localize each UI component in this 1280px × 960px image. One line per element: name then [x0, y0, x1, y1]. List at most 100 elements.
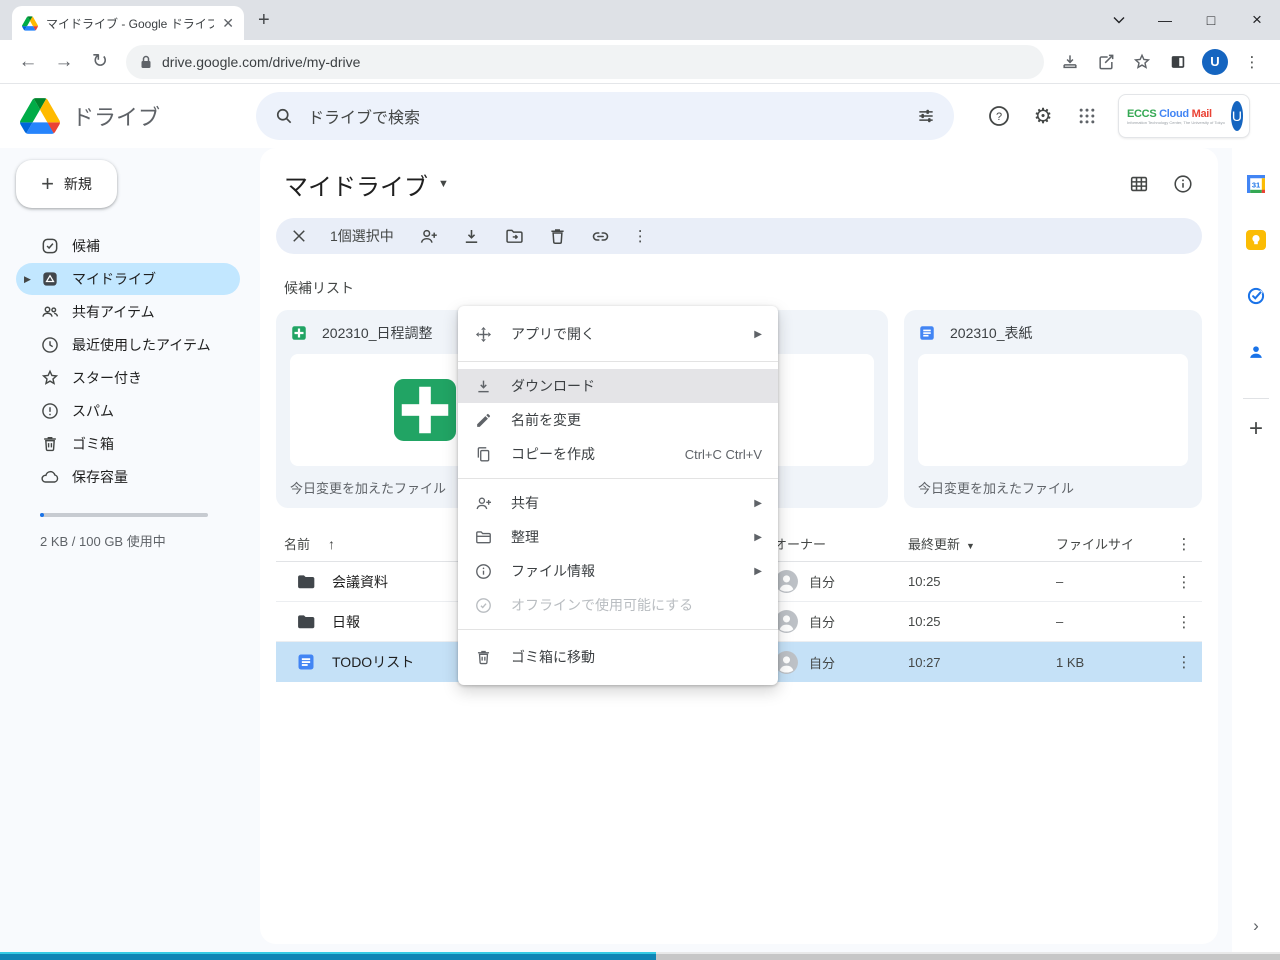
sidebar-item-my-drive[interactable]: ▶ マイドライブ	[16, 263, 240, 295]
settings-gear-icon[interactable]: ⚙	[1026, 99, 1060, 133]
browser-tab[interactable]: マイドライブ - Google ドライブ ✕	[12, 6, 244, 40]
submenu-arrow-icon: ▶	[754, 498, 762, 509]
trash-icon	[40, 434, 60, 454]
trash-icon	[474, 648, 493, 667]
taskbar-edge-gray	[656, 952, 1280, 960]
trash-icon[interactable]	[547, 226, 568, 247]
eccs-subtitle: Information Technology Center, The Unive…	[1127, 120, 1225, 125]
downloads-icon[interactable]	[1052, 44, 1088, 80]
share-person-add-icon[interactable]	[418, 226, 439, 247]
sidebar-item-recent[interactable]: 最近使用したアイテム	[16, 329, 240, 361]
side-panel-icon[interactable]	[1160, 44, 1196, 80]
column-name[interactable]: 名前	[284, 534, 310, 553]
forward-icon[interactable]: →	[46, 44, 82, 80]
window-minimize-button[interactable]: —	[1142, 0, 1188, 40]
submenu-arrow-icon: ▶	[754, 329, 762, 340]
menu-item-open-with[interactable]: アプリで開く ▶	[458, 314, 778, 354]
apps-grid-icon[interactable]	[1070, 99, 1104, 133]
docs-icon	[918, 324, 936, 342]
reload-icon[interactable]: ↻	[82, 44, 118, 80]
sidebar-item-shared[interactable]: 共有アイテム	[16, 296, 240, 328]
sort-descending-icon[interactable]: ▼	[966, 541, 975, 551]
star-icon	[40, 368, 60, 388]
storage-used-indicator	[40, 513, 44, 517]
get-addons-icon[interactable]: +	[1249, 419, 1263, 439]
hide-panel-chevron-icon[interactable]: ›	[1253, 916, 1259, 936]
drive-favicon	[22, 16, 38, 31]
tab-search-icon[interactable]	[1096, 0, 1142, 40]
keep-icon[interactable]	[1246, 230, 1266, 250]
bookmark-star-icon[interactable]	[1124, 44, 1160, 80]
sidebar-item-storage[interactable]: 保存容量	[16, 461, 240, 493]
details-info-icon[interactable]	[1172, 173, 1194, 195]
url-bar[interactable]: drive.google.com/drive/my-drive	[126, 45, 1044, 79]
owner-name: 自分	[809, 653, 835, 672]
grid-view-icon[interactable]	[1128, 173, 1150, 195]
alert-circle-icon	[40, 401, 60, 421]
menu-item-move-to-trash[interactable]: ゴミ箱に移動	[458, 637, 778, 677]
contacts-icon[interactable]	[1246, 342, 1266, 362]
docs-icon	[296, 652, 316, 672]
row-more-icon[interactable]: ⋮	[1166, 653, 1202, 671]
account-avatar[interactable]: U	[1231, 101, 1243, 131]
menu-divider	[458, 478, 778, 479]
row-more-icon[interactable]: ⋮	[1166, 613, 1202, 631]
card-reason: 今日変更を加えたファイル	[918, 478, 1188, 497]
move-to-folder-icon[interactable]	[504, 226, 525, 247]
sidebar-item-spam[interactable]: スパム	[16, 395, 240, 427]
menu-divider	[458, 629, 778, 630]
new-tab-button[interactable]: +	[258, 10, 270, 30]
help-icon[interactable]: ?	[982, 99, 1016, 133]
window-maximize-button[interactable]: □	[1188, 0, 1234, 40]
menu-item-file-info[interactable]: ファイル情報 ▶	[458, 554, 778, 588]
more-actions-icon[interactable]: ⋮	[633, 227, 648, 245]
share-person-add-icon	[474, 494, 493, 513]
row-more-icon[interactable]: ⋮	[1166, 573, 1202, 591]
expand-arrow-icon[interactable]: ▶	[24, 274, 31, 285]
download-icon[interactable]	[461, 226, 482, 247]
browser-menu-icon[interactable]: ⋮	[1234, 44, 1270, 80]
column-modified[interactable]: 最終更新	[908, 537, 960, 552]
copy-icon	[474, 445, 493, 464]
column-options-icon[interactable]: ⋮	[1166, 535, 1202, 553]
drive-logo[interactable]: ドライブ	[0, 98, 256, 134]
account-badge[interactable]: ECCS Cloud Mail Information Technology C…	[1118, 94, 1250, 138]
menu-item-make-copy[interactable]: コピーを作成 Ctrl+C Ctrl+V	[458, 437, 778, 471]
suggested-card-doc[interactable]: 202310_表紙 今日変更を加えたファイル	[904, 310, 1202, 508]
page-title[interactable]: マイドライブ	[284, 167, 428, 202]
taskbar-edge	[0, 952, 1280, 960]
column-owner[interactable]: オーナー	[774, 534, 908, 553]
menu-item-rename[interactable]: 名前を変更	[458, 403, 778, 437]
sort-ascending-icon[interactable]: ↑	[328, 536, 335, 552]
chevron-down-icon[interactable]: ▼	[438, 178, 449, 190]
eccs-logo-text: ECCS Cloud Mail	[1127, 108, 1225, 120]
tasks-icon[interactable]	[1246, 286, 1266, 306]
new-button[interactable]: + 新規	[16, 160, 117, 208]
browser-profile-avatar[interactable]: U	[1202, 49, 1228, 75]
menu-item-download[interactable]: ダウンロード	[458, 369, 778, 403]
column-size[interactable]: ファイルサイ	[1056, 534, 1166, 553]
tab-close-icon[interactable]: ✕	[222, 15, 234, 32]
sheets-icon	[290, 324, 308, 342]
pencil-icon	[474, 411, 493, 430]
taskbar-edge-accent	[0, 952, 656, 960]
sidebar-item-suggested[interactable]: 候補	[16, 230, 240, 262]
offline-check-icon	[474, 596, 493, 615]
calendar-icon[interactable]: 31	[1246, 174, 1266, 194]
storage-progress-bar	[40, 513, 208, 517]
search-options-icon[interactable]	[916, 106, 936, 126]
my-drive-icon	[40, 269, 60, 289]
get-link-icon[interactable]	[590, 226, 611, 247]
sidebar-item-starred[interactable]: スター付き	[16, 362, 240, 394]
drive-header: ドライブ ドライブで検索 ? ⚙ ECCS Cloud Mail Informa…	[0, 84, 1280, 148]
search-input[interactable]: ドライブで検索	[256, 92, 954, 140]
menu-item-organize[interactable]: 整理 ▶	[458, 520, 778, 554]
file-size: –	[1056, 574, 1166, 589]
clear-selection-icon[interactable]	[290, 227, 308, 245]
window-close-button[interactable]: ×	[1234, 0, 1280, 40]
file-name: 会議資料	[332, 572, 388, 592]
back-icon[interactable]: ←	[10, 44, 46, 80]
menu-item-share[interactable]: 共有 ▶	[458, 486, 778, 520]
share-icon[interactable]	[1088, 44, 1124, 80]
sidebar-item-trash[interactable]: ゴミ箱	[16, 428, 240, 460]
